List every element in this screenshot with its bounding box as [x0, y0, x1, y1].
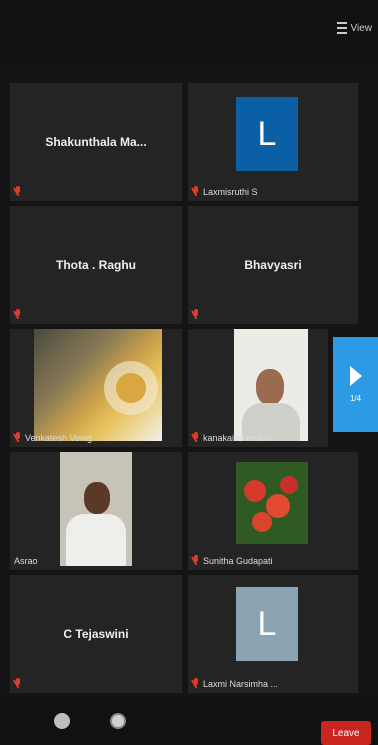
mic-muted-icon: [192, 432, 200, 443]
participant-name: Sunitha Gudapati: [203, 555, 273, 566]
participant-label: Laxmisruthi S: [192, 186, 258, 197]
next-page-button[interactable]: 1/4: [333, 337, 378, 432]
participant-label: [14, 678, 22, 689]
participant-label: Laxmi Narsimha ...: [192, 678, 278, 689]
participant-tile[interactable]: C Tejaswini: [10, 575, 182, 693]
mic-muted-icon: [14, 186, 22, 197]
mic-muted-icon: [14, 678, 22, 689]
mic-muted-icon: [192, 186, 200, 197]
participant-tile[interactable]: Bhavyasri: [188, 206, 358, 324]
participant-label: Venkatesh Venig: [14, 432, 92, 443]
participant-label: [192, 309, 200, 320]
top-bar: View: [0, 0, 378, 64]
mic-muted-icon: [14, 309, 22, 320]
participant-name: kanakaiah neduri: [203, 432, 272, 443]
mic-muted-icon: [192, 309, 200, 320]
participant-label: Asrao: [14, 556, 38, 566]
avatar: L: [236, 97, 298, 171]
participant-label: [14, 186, 22, 197]
participant-name: Venkatesh Venig: [25, 432, 93, 443]
participant-name: Asrao: [14, 556, 38, 566]
leave-button[interactable]: Leave: [321, 721, 371, 745]
participant-tile[interactable]: kanakaiah neduri: [188, 329, 328, 447]
chevron-right-icon: [349, 366, 362, 386]
participant-name: Laxmisruthi S: [203, 186, 258, 197]
participant-tile[interactable]: Shakunthala Ma...: [10, 83, 182, 201]
participant-name: Bhavyasri: [244, 258, 302, 272]
header-strip: [0, 64, 378, 82]
participant-name: C Tejaswini: [63, 627, 129, 641]
participant-tile[interactable]: L Laxmi Narsimha ...: [188, 575, 358, 693]
video-feed: [234, 329, 308, 441]
participant-tile[interactable]: Asrao: [10, 452, 182, 570]
participant-tile[interactable]: Venkatesh Venig: [10, 329, 182, 447]
participant-label: Sunitha Gudapati: [192, 555, 273, 566]
participant-name: Thota . Raghu: [56, 258, 136, 272]
participant-label: kanakaiah neduri: [192, 432, 272, 443]
avatar: L: [236, 587, 298, 661]
video-feed: [60, 452, 132, 566]
mic-muted-icon: [192, 678, 200, 689]
gallery-view-icon: [336, 22, 347, 34]
participant-name: Laxmi Narsimha ...: [203, 678, 279, 689]
participant-tile[interactable]: Thota . Raghu: [10, 206, 182, 324]
video-button[interactable]: [110, 713, 126, 729]
video-feed: [236, 462, 308, 544]
view-label: View: [350, 22, 373, 34]
participant-tile[interactable]: L Laxmisruthi S: [188, 83, 358, 201]
view-button[interactable]: View: [336, 22, 373, 34]
participant-label: [14, 309, 22, 320]
participant-name: Shakunthala Ma...: [45, 135, 147, 149]
page-indicator: 1/4: [349, 394, 362, 403]
mic-muted-icon: [192, 555, 200, 566]
video-feed: [34, 329, 162, 441]
audio-button[interactable]: [54, 713, 70, 729]
participant-tile[interactable]: Sunitha Gudapati: [188, 452, 358, 570]
mic-muted-icon: [14, 432, 22, 443]
